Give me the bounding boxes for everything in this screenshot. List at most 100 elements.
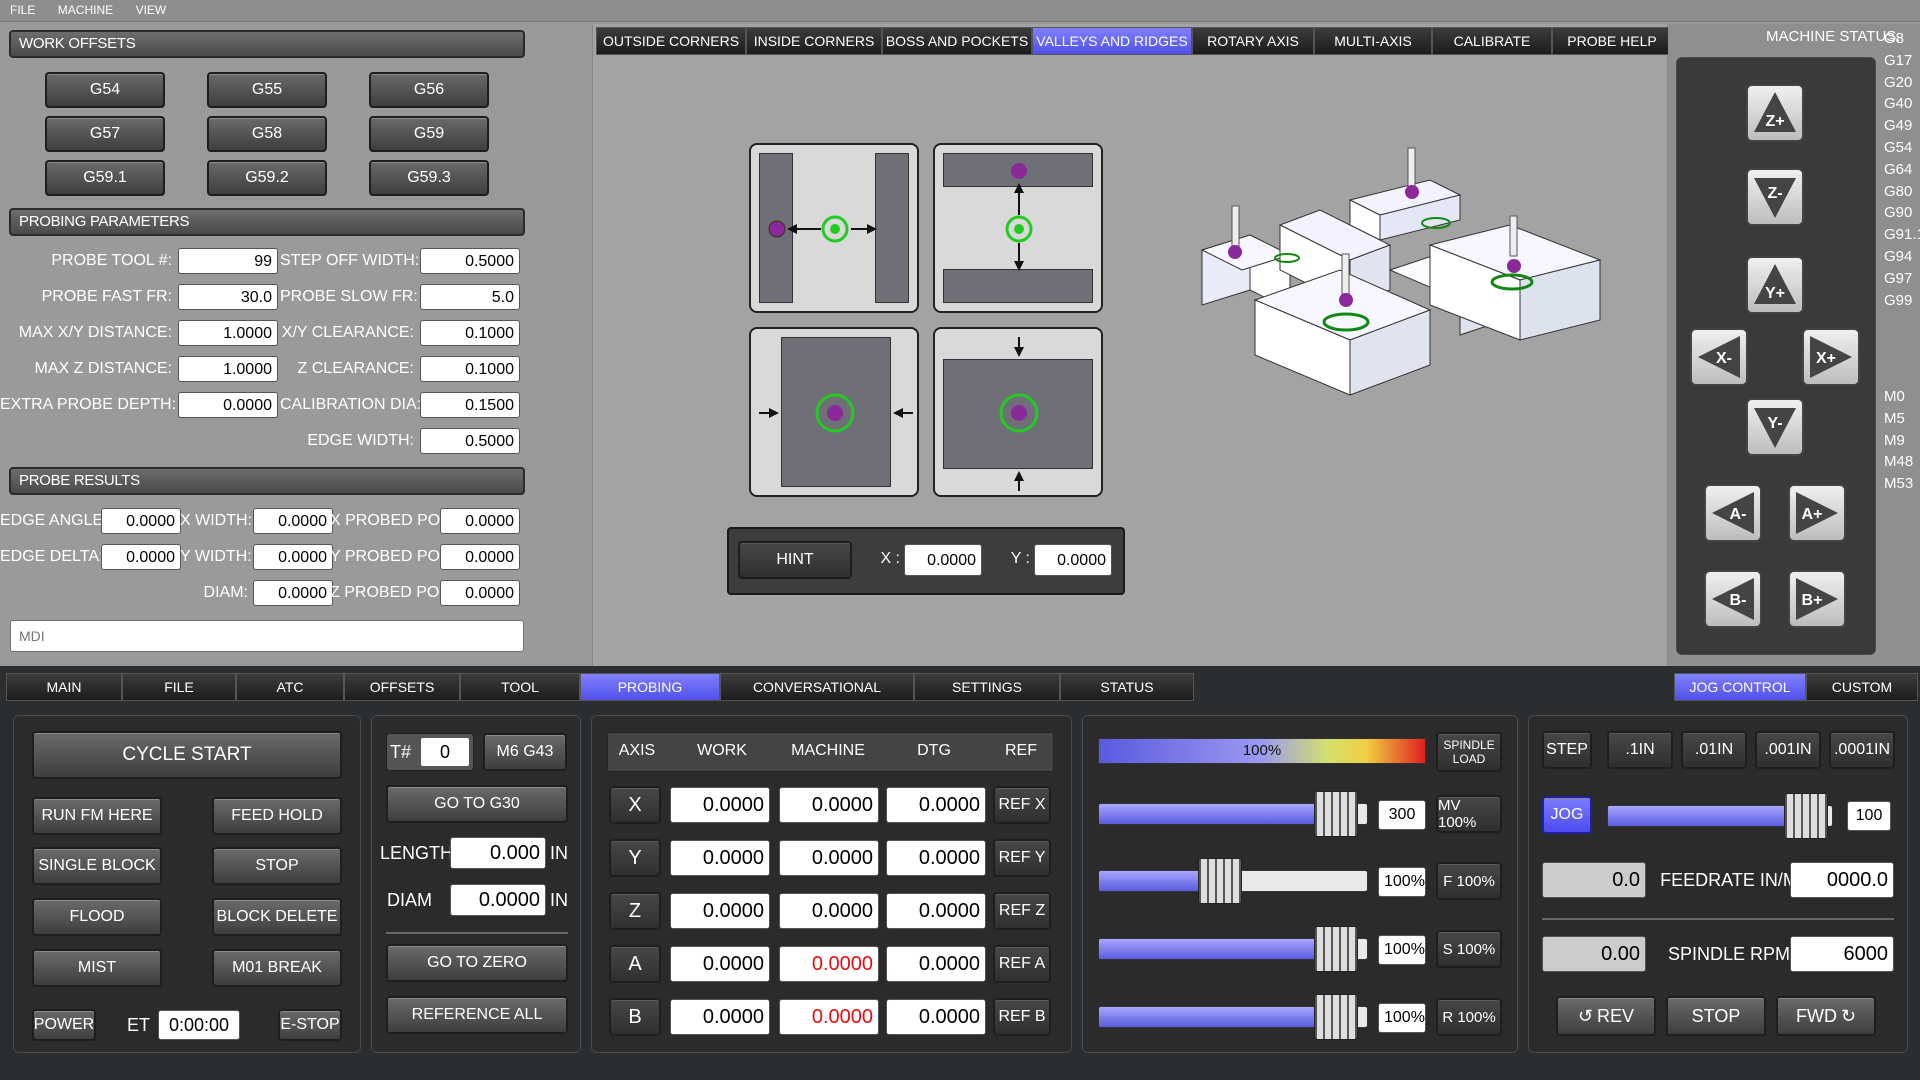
ref-y-button[interactable]: REF Y [993,839,1051,877]
g59-button[interactable]: G59 [369,116,489,152]
block-delete-button[interactable]: BLOCK DELETE [212,898,342,936]
axis-x-button[interactable]: X [609,786,661,824]
increment-00001-button[interactable]: .0001IN [1829,731,1895,769]
feed-override-knob[interactable] [1197,858,1242,904]
jog-zminus-button[interactable]: Z- [1746,168,1804,226]
ref-a-button[interactable]: REF A [993,945,1051,983]
probe-valley-x-button[interactable] [749,143,919,313]
tab-multi-axis[interactable]: MULTI-AXIS [1314,27,1432,55]
step-button[interactable]: STEP [1542,731,1592,769]
estop-button[interactable]: E-STOP [278,1009,342,1041]
tab-rotary-axis[interactable]: ROTARY AXIS [1192,27,1314,55]
rapid-override-knob[interactable] [1313,994,1358,1040]
s-100-button[interactable]: S 100% [1436,930,1502,968]
jog-xplus-button[interactable]: X+ [1802,328,1860,386]
g59-2-button[interactable]: G59.2 [207,160,327,196]
probe-ridge-y-button[interactable] [933,327,1103,497]
jog-button[interactable]: JOG [1542,796,1592,834]
go-to-zero-button[interactable]: GO TO ZERO [386,944,568,982]
tab-boss-and-pockets[interactable]: BOSS AND POCKETS [882,27,1032,55]
feedrate-set-field[interactable]: 0000.0 [1790,862,1894,898]
m01-break-button[interactable]: M01 BREAK [212,949,342,987]
jog-yminus-button[interactable]: Y- [1746,398,1804,456]
mdi-input[interactable] [10,620,524,652]
hint-x-field[interactable]: 0.0000 [904,544,982,576]
work-x-field[interactable]: 0.0000 [670,787,770,823]
r-100-button[interactable]: R 100% [1436,998,1502,1036]
max-z-distance-field[interactable]: 1.0000 [178,356,278,382]
ref-z-button[interactable]: REF Z [993,892,1051,930]
probe-fast-fr-field[interactable]: 30.0 [178,284,278,310]
menu-machine[interactable]: MACHINE [48,0,113,17]
jog-aminus-button[interactable]: A- [1704,484,1762,542]
tab-probe-help[interactable]: PROBE HELP [1552,27,1672,55]
spindle-stop-button[interactable]: STOP [1666,996,1766,1036]
edge-width-field[interactable]: 0.5000 [420,428,520,454]
flood-button[interactable]: FLOOD [32,898,162,936]
tab-valleys-and-ridges[interactable]: VALLEYS AND RIDGES [1032,27,1192,55]
g55-button[interactable]: G55 [207,72,327,108]
ref-b-button[interactable]: REF B [993,998,1051,1036]
jog-xminus-button[interactable]: X- [1690,328,1748,386]
axis-b-button[interactable]: B [609,998,661,1036]
reference-all-button[interactable]: REFERENCE ALL [386,996,568,1034]
diam-tool-field[interactable]: 0.0000 [450,884,546,916]
tab-probing[interactable]: PROBING [580,673,720,701]
tab-tool[interactable]: TOOL [460,673,580,701]
tab-main[interactable]: MAIN [6,673,122,701]
spindle-override-knob[interactable] [1313,926,1358,972]
probe-ridge-x-button[interactable] [749,327,919,497]
feed-hold-button[interactable]: FEED HOLD [212,797,342,835]
g59-1-button[interactable]: G59.1 [45,160,165,196]
spindle-rev-button[interactable]: ↺ REV [1556,996,1656,1036]
jog-speed-knob[interactable] [1783,793,1828,839]
jog-aplus-button[interactable]: A+ [1788,484,1846,542]
probe-slow-fr-field[interactable]: 5.0 [420,284,520,310]
axis-a-button[interactable]: A [609,945,661,983]
stop-button[interactable]: STOP [212,847,342,885]
increment-0001-button[interactable]: .001IN [1755,731,1821,769]
single-block-button[interactable]: SINGLE BLOCK [32,847,162,885]
mist-button[interactable]: MIST [32,949,162,987]
tab-status[interactable]: STATUS [1060,673,1194,701]
power-button[interactable]: POWER [32,1009,96,1041]
increment-01-button[interactable]: .1IN [1607,731,1673,769]
tab-custom[interactable]: CUSTOM [1806,673,1918,701]
jog-bplus-button[interactable]: B+ [1788,570,1846,628]
tab-outside-corners[interactable]: OUTSIDE CORNERS [596,27,746,55]
spindle-fwd-button[interactable]: FWD ↻ [1776,996,1876,1036]
jog-bminus-button[interactable]: B- [1704,570,1762,628]
go-to-g30-button[interactable]: GO TO G30 [386,785,568,823]
tab-settings[interactable]: SETTINGS [914,673,1060,701]
xy-clearance-field[interactable]: 0.1000 [420,320,520,346]
g54-button[interactable]: G54 [45,72,165,108]
m6-g43-button[interactable]: M6 G43 [483,733,567,771]
work-z-field[interactable]: 0.0000 [670,893,770,929]
length-field[interactable]: 0.000 [450,837,546,869]
z-clearance-field[interactable]: 0.1000 [420,356,520,382]
ref-x-button[interactable]: REF X [993,786,1051,824]
spindle-load-button[interactable]: SPINDLE LOAD [1436,732,1502,772]
extra-probe-depth-field[interactable]: 0.0000 [178,392,278,418]
spindle-rpm-set-field[interactable]: 6000 [1790,936,1894,972]
step-off-width-field[interactable]: 0.5000 [420,248,520,274]
axis-y-button[interactable]: Y [609,839,661,877]
tab-atc[interactable]: ATC [236,673,344,701]
tab-inside-corners[interactable]: INSIDE CORNERS [746,27,882,55]
g57-button[interactable]: G57 [45,116,165,152]
menu-file[interactable]: FILE [0,0,35,17]
hint-button[interactable]: HINT [738,541,852,579]
increment-001-button[interactable]: .01IN [1681,731,1747,769]
hint-y-field[interactable]: 0.0000 [1034,544,1112,576]
tool-number-field[interactable]: 0 [420,737,470,767]
axis-z-button[interactable]: Z [609,892,661,930]
tab-calibrate[interactable]: CALIBRATE [1432,27,1552,55]
jog-zplus-button[interactable]: Z+ [1746,84,1804,142]
f-100-button[interactable]: F 100% [1436,862,1502,900]
max-xy-distance-field[interactable]: 1.0000 [178,320,278,346]
probe-tool-field[interactable]: 99 [178,248,278,274]
calibration-dia-field[interactable]: 0.1500 [420,392,520,418]
jog-yplus-button[interactable]: Y+ [1746,256,1804,314]
tab-offsets[interactable]: OFFSETS [344,673,460,701]
cycle-start-button[interactable]: CYCLE START [32,731,342,779]
